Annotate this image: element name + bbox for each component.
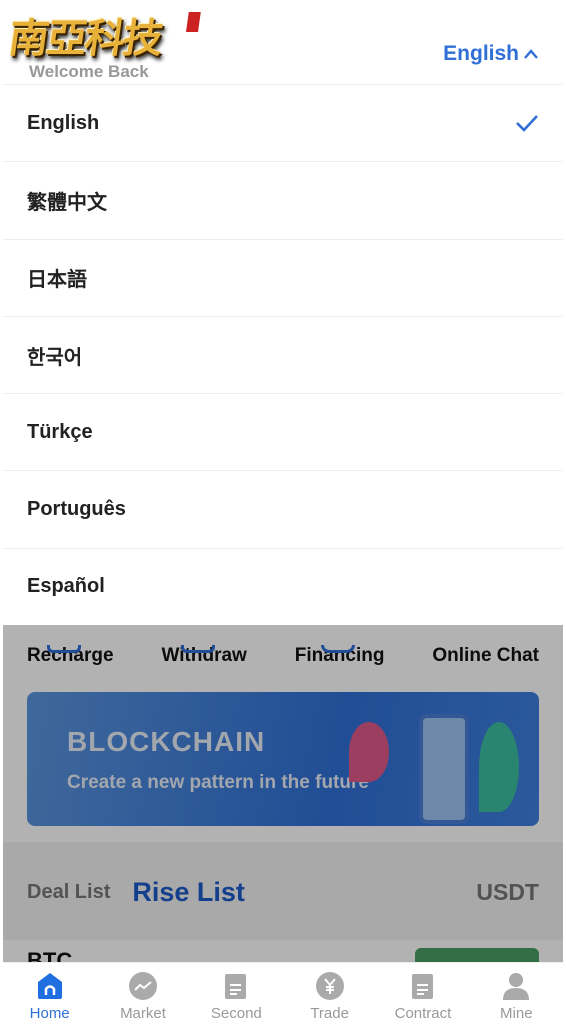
check-icon <box>516 115 538 133</box>
logo-seal <box>185 12 201 32</box>
language-label: Español <box>27 575 105 598</box>
chart-trend-icon <box>128 972 157 1000</box>
language-label: 繁體中文 <box>27 191 107 214</box>
language-menu: English 繁體中文 日本語 한국어 Türkçe Português Es… <box>3 84 563 626</box>
document-icon <box>411 974 433 999</box>
chevron-up-icon <box>524 49 538 59</box>
language-option-japanese[interactable]: 日本語 <box>3 238 563 316</box>
nav-contract[interactable]: Contract <box>383 963 463 1024</box>
home-icon <box>37 973 62 999</box>
language-option-turkish[interactable]: Türkçe <box>3 393 563 470</box>
nav-market[interactable]: Market <box>103 963 183 1024</box>
language-label: Português <box>27 498 126 521</box>
yen-coin-icon <box>315 972 344 1000</box>
language-toggle-label: English <box>443 42 519 65</box>
nav-label: Contract <box>394 1005 452 1022</box>
language-option-traditional-chinese[interactable]: 繁體中文 <box>3 161 563 238</box>
nav-trade[interactable]: Trade <box>290 963 370 1024</box>
app-page: 南亞科技 Welcome Back English English 繁體中文 日… <box>3 0 563 1024</box>
nav-home[interactable]: Home <box>10 963 90 1024</box>
language-label: English <box>27 111 100 134</box>
document-icon <box>225 974 247 999</box>
user-icon <box>503 973 530 1000</box>
language-label: 日本語 <box>27 269 87 292</box>
language-option-portuguese[interactable]: Português <box>3 470 563 547</box>
nav-label: Home <box>29 1005 70 1022</box>
nav-mine[interactable]: Mine <box>476 963 556 1024</box>
nav-label: Market <box>120 1005 166 1022</box>
nav-second[interactable]: Second <box>196 963 276 1024</box>
language-toggle[interactable]: English <box>443 42 539 66</box>
language-label: 한국어 <box>27 346 83 369</box>
bottom-nav: Home Market Second Trade Contract Mine <box>3 962 563 1024</box>
nav-label: Mine <box>500 1005 533 1022</box>
language-option-spanish[interactable]: Español <box>3 547 563 625</box>
logo: 南亞科技 <box>4 6 201 72</box>
language-label: Türkçe <box>27 420 93 443</box>
nav-label: Trade <box>310 1005 349 1022</box>
nav-label: Second <box>210 1005 262 1022</box>
modal-overlay[interactable] <box>3 625 563 962</box>
language-option-korean[interactable]: 한국어 <box>3 315 563 393</box>
language-option-english[interactable]: English <box>3 84 563 161</box>
header: 南亞科技 Welcome Back English <box>3 0 563 84</box>
